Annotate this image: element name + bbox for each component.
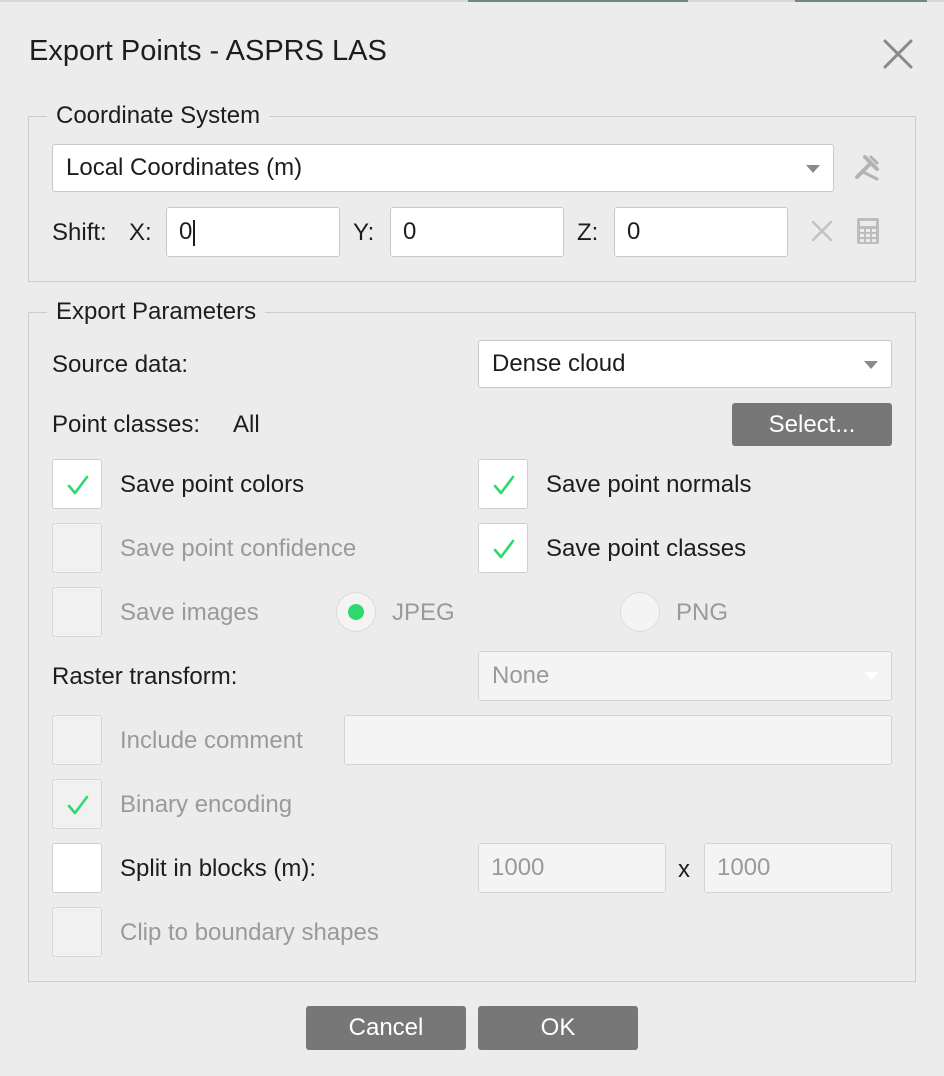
save-images-label: Save images [120,599,259,626]
shift-label: Shift: [52,219,107,246]
include-comment-checkbox[interactable] [52,715,102,765]
chevron-down-icon [864,361,878,369]
checkmark-icon [67,795,89,815]
format-png-radio[interactable] [620,592,660,632]
shift-x-label: X: [129,219,152,246]
radio-selected-dot [348,604,364,620]
binary-encoding-checkbox[interactable] [52,779,102,829]
text-caret [193,219,196,246]
block-height-input[interactable]: 1000 [704,843,892,893]
save-images-checkbox[interactable] [52,587,102,637]
close-icon[interactable] [880,36,916,72]
window-behind-strip [0,0,944,2]
crs-select[interactable]: Local Coordinates (m) [52,144,834,192]
shift-y-label: Y: [353,219,375,246]
raster-transform-select[interactable]: None [478,651,892,701]
format-png-label: PNG [676,599,729,626]
raster-transform-value: None [492,662,550,689]
dialog-title: Export Points - ASPRS LAS [29,35,387,67]
clear-shift-icon[interactable] [810,219,834,248]
raster-transform-label: Raster transform: [52,663,238,690]
checkmark-icon [493,539,515,559]
save-point-normals-checkbox[interactable] [478,459,528,509]
chevron-down-icon [806,165,820,173]
chevron-down-icon [864,672,878,680]
block-width-input[interactable]: 1000 [478,843,666,893]
format-jpeg-radio[interactable] [336,592,376,632]
save-point-classes-label: Save point classes [546,535,747,562]
export-parameters-legend: Export Parameters [56,298,257,325]
shift-y-value: 0 [403,218,417,245]
format-jpeg-label: JPEG [392,599,455,626]
select-classes-button[interactable]: Select... [732,403,892,446]
shift-x-value: 0 [179,218,193,245]
clip-to-boundary-checkbox[interactable] [52,907,102,957]
save-point-colors-label: Save point colors [120,471,305,498]
clip-to-boundary-label: Clip to boundary shapes [120,919,379,946]
binary-encoding-label: Binary encoding [120,791,293,818]
checkmark-icon [493,475,515,495]
split-in-blocks-label: Split in blocks (m): [120,855,317,882]
shift-y-input[interactable]: 0 [390,207,564,257]
block-height-value: 1000 [717,854,771,881]
point-classes-value: All [233,411,260,438]
cancel-button[interactable]: Cancel [306,1006,466,1050]
source-data-value: Dense cloud [492,350,626,377]
shift-x-input[interactable]: 0 [166,207,340,257]
include-comment-label: Include comment [120,727,303,754]
comment-input[interactable] [344,715,892,765]
shift-z-value: 0 [627,218,641,245]
save-point-normals-label: Save point normals [546,471,752,498]
split-in-blocks-checkbox[interactable] [52,843,102,893]
source-data-label: Source data: [52,351,189,378]
crs-settings-icon[interactable] [852,152,882,187]
ok-button[interactable]: OK [478,1006,638,1050]
save-point-classes-checkbox[interactable] [478,523,528,573]
calculator-icon[interactable] [856,217,880,250]
crs-select-value: Local Coordinates (m) [66,154,303,181]
save-point-confidence-checkbox[interactable] [52,523,102,573]
source-data-select[interactable]: Dense cloud [478,340,892,388]
shift-z-label: Z: [577,219,599,246]
block-width-value: 1000 [491,854,545,881]
save-point-colors-checkbox[interactable] [52,459,102,509]
coordinate-system-legend: Coordinate System [56,102,261,129]
save-point-confidence-label: Save point confidence [120,535,357,562]
point-classes-label: Point classes: [52,411,201,438]
shift-z-input[interactable]: 0 [614,207,788,257]
checkmark-icon [67,475,89,495]
block-separator: x [678,856,690,883]
